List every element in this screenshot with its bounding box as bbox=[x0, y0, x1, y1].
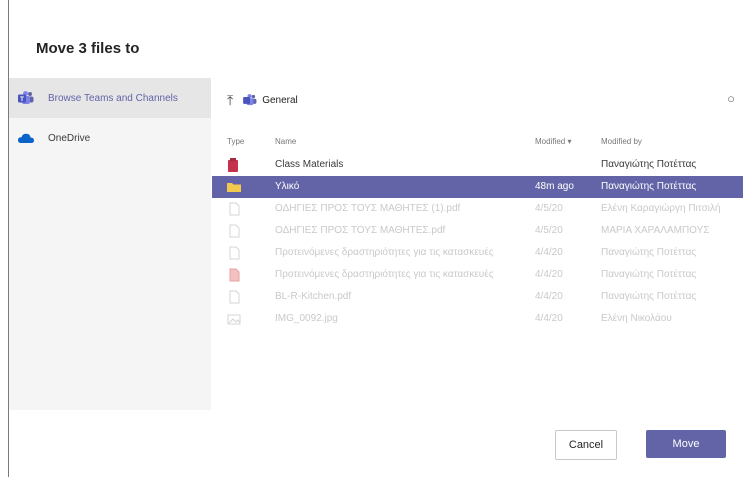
file-modified-by: ΜΑΡΙΑ ΧΑΡΑΛΑΜΠΟΥΣ bbox=[601, 225, 710, 236]
file-modified-by: Παναγιώτης Ποτέττας bbox=[601, 159, 697, 170]
file-modified: 4/4/20 bbox=[535, 269, 563, 280]
table-row[interactable]: Class Materials Παναγιώτης Ποτέττας bbox=[212, 154, 743, 176]
file-name: BL-R-Kitchen.pdf bbox=[275, 291, 352, 302]
column-header-modified-by[interactable]: Modified by bbox=[601, 137, 642, 146]
move-files-dialog: Move 3 files to T Browse Teams and Chann… bbox=[9, 0, 743, 477]
file-icon bbox=[227, 246, 241, 260]
onedrive-icon bbox=[18, 130, 34, 146]
file-icon bbox=[227, 290, 241, 304]
table-row: Προτεινόμενες δραστηριότητες για τις κατ… bbox=[212, 242, 743, 264]
table-header: Type Name Modified ▾ Modified by bbox=[212, 132, 743, 152]
folder-icon bbox=[227, 180, 241, 194]
file-name: Προτεινόμενες δραστηριότητες για τις κατ… bbox=[275, 247, 494, 258]
column-header-modified[interactable]: Modified ▾ bbox=[535, 137, 571, 146]
breadcrumb: ⤒ General bbox=[227, 92, 298, 108]
file-browser: ⤒ General ○ Type Name Modified ▾ Modifie… bbox=[212, 78, 743, 410]
table-row: ΟΔΗΓΙΕΣ ΠΡΟΣ ΤΟΥΣ ΜΑΘΗΤΕΣ.pdf 4/5/20 ΜΑΡ… bbox=[212, 220, 743, 242]
file-name: IMG_0092.jpg bbox=[275, 313, 338, 324]
file-icon bbox=[227, 224, 241, 238]
file-name: ΟΔΗΓΙΕΣ ΠΡΟΣ ΤΟΥΣ ΜΑΘΗΤΕΣ (1).pdf bbox=[275, 203, 461, 214]
file-modified-by: Παναγιώτης Ποτέττας bbox=[601, 291, 697, 302]
folder-red-icon bbox=[227, 158, 241, 172]
move-button[interactable]: Move bbox=[646, 430, 726, 458]
image-icon bbox=[227, 312, 241, 326]
file-modified-by: Ελένη Νικολάου bbox=[601, 313, 672, 324]
location-sidebar: T Browse Teams and Channels OneDrive bbox=[9, 78, 211, 410]
file-modified: 4/4/20 bbox=[535, 291, 563, 302]
sidebar-item-teams[interactable]: T Browse Teams and Channels bbox=[9, 78, 211, 118]
sidebar-item-label: Browse Teams and Channels bbox=[48, 92, 178, 104]
table-row: BL-R-Kitchen.pdf 4/4/20 Παναγιώτης Ποτέτ… bbox=[212, 286, 743, 308]
table-row: IMG_0092.jpg 4/4/20 Ελένη Νικολάου bbox=[212, 308, 743, 330]
breadcrumb-location[interactable]: General bbox=[262, 95, 298, 106]
file-name: ΟΔΗΓΙΕΣ ΠΡΟΣ ΤΟΥΣ ΜΑΘΗΤΕΣ.pdf bbox=[275, 225, 446, 236]
file-modified-by: Ελένη Καραγιώργη Πιτσιλή bbox=[601, 203, 721, 214]
dialog-title: Move 3 files to bbox=[36, 40, 140, 57]
up-arrow-icon[interactable]: ⤒ bbox=[227, 92, 233, 109]
table-row: ΟΔΗΓΙΕΣ ΠΡΟΣ ΤΟΥΣ ΜΑΘΗΤΕΣ (1).pdf 4/5/20… bbox=[212, 198, 743, 220]
sidebar-item-onedrive[interactable]: OneDrive bbox=[9, 118, 211, 158]
file-modified: 4/5/20 bbox=[535, 203, 563, 214]
file-modified-by: Παναγιώτης Ποτέττας bbox=[601, 269, 697, 280]
file-modified: 4/4/20 bbox=[535, 313, 563, 324]
teams-icon bbox=[243, 94, 257, 106]
file-pdf-icon bbox=[227, 268, 241, 282]
file-modified: 48m ago bbox=[535, 181, 574, 192]
file-name: Υλικό bbox=[275, 181, 300, 192]
file-icon bbox=[227, 202, 241, 216]
table-row[interactable]: Υλικό 48m ago Παναγιώτης Ποτέττας bbox=[212, 176, 743, 198]
table-row: Προτεινόμενες δραστηριότητες για τις κατ… bbox=[212, 264, 743, 286]
svg-text:T: T bbox=[20, 96, 24, 103]
file-modified: 4/5/20 bbox=[535, 225, 563, 236]
sidebar-item-label: OneDrive bbox=[48, 132, 91, 144]
file-name: Class Materials bbox=[275, 159, 344, 170]
file-name: Προτεινόμενες δραστηριότητες για τις κατ… bbox=[275, 269, 494, 280]
teams-icon: T bbox=[18, 90, 34, 106]
cancel-button[interactable]: Cancel bbox=[555, 430, 617, 460]
file-modified-by: Παναγιώτης Ποτέττας bbox=[601, 181, 697, 192]
file-modified: 4/4/20 bbox=[535, 247, 563, 258]
column-header-name[interactable]: Name bbox=[275, 137, 296, 146]
file-modified-by: Παναγιώτης Ποτέττας bbox=[601, 247, 697, 258]
refresh-icon[interactable]: ○ bbox=[727, 91, 735, 106]
column-header-type[interactable]: Type bbox=[227, 137, 244, 146]
